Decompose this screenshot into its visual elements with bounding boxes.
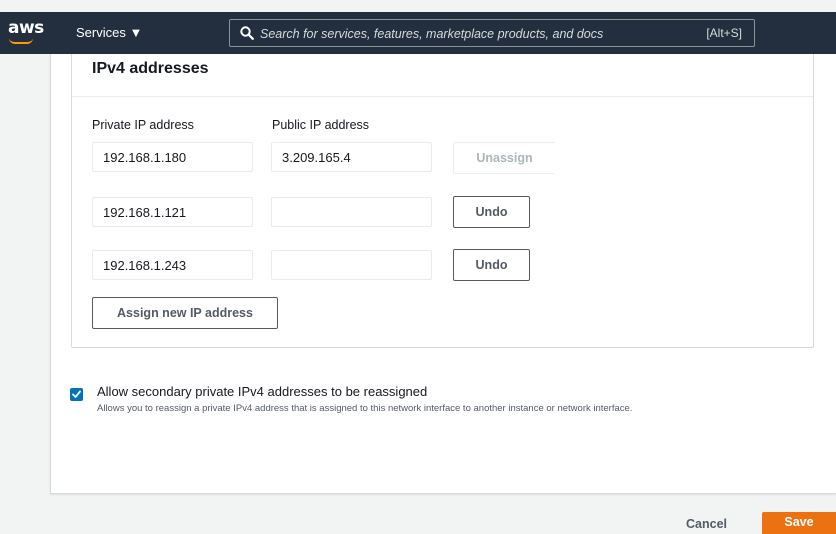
unassign-button[interactable]: Unassign bbox=[453, 142, 555, 174]
services-menu-button[interactable]: Services ▼ bbox=[76, 25, 142, 40]
edit-ip-addresses-panel: IPv4 addresses Private IP address Public… bbox=[50, 54, 836, 494]
reassign-checkbox[interactable] bbox=[70, 388, 83, 401]
reassign-description: Allows you to reassign a private IPv4 ad… bbox=[97, 403, 633, 414]
private-ip-input[interactable] bbox=[92, 142, 253, 172]
section-title: IPv4 addresses bbox=[92, 60, 209, 77]
ipv4-addresses-section: IPv4 addresses Private IP address Public… bbox=[71, 54, 814, 348]
private-ip-input[interactable] bbox=[92, 197, 253, 227]
search-input[interactable] bbox=[260, 25, 660, 43]
search-bar[interactable]: [Alt+S] bbox=[229, 19, 755, 47]
cancel-button[interactable]: Cancel bbox=[686, 517, 727, 531]
private-ip-column-label: Private IP address bbox=[92, 118, 194, 132]
section-divider bbox=[72, 96, 813, 97]
search-shortcut-hint: [Alt+S] bbox=[706, 26, 742, 40]
aws-logo-smile-icon bbox=[9, 38, 33, 44]
search-icon bbox=[240, 26, 254, 40]
checkmark-icon bbox=[72, 390, 81, 398]
save-button[interactable]: Save bbox=[762, 512, 836, 534]
undo-button[interactable]: Undo bbox=[453, 249, 530, 281]
private-ip-input[interactable] bbox=[92, 250, 253, 280]
public-ip-input[interactable] bbox=[271, 197, 432, 227]
assign-new-ip-button[interactable]: Assign new IP address bbox=[92, 297, 278, 329]
undo-button[interactable]: Undo bbox=[453, 196, 530, 228]
top-navigation-bar: aws Services ▼ [Alt+S] bbox=[0, 12, 836, 54]
public-ip-column-label: Public IP address bbox=[272, 118, 370, 132]
reassign-checkbox-label[interactable]: Allow secondary private IPv4 addresses t… bbox=[97, 384, 427, 399]
public-ip-input[interactable] bbox=[271, 142, 432, 172]
aws-logo[interactable]: aws bbox=[8, 18, 44, 38]
public-ip-input[interactable] bbox=[271, 250, 432, 280]
